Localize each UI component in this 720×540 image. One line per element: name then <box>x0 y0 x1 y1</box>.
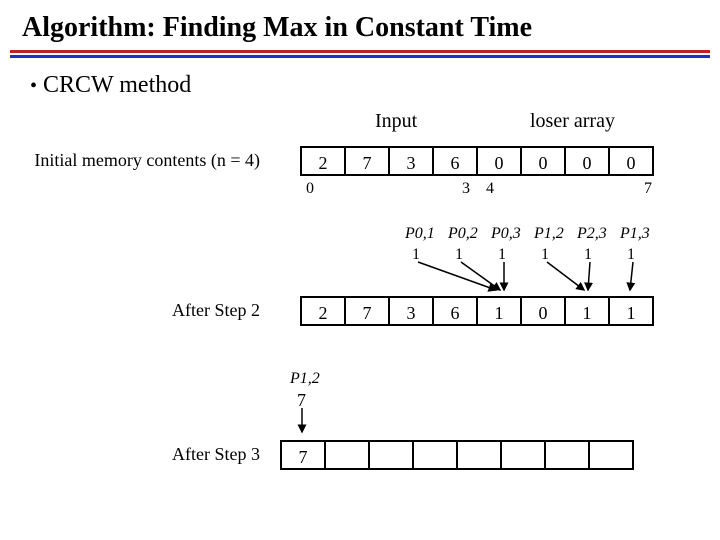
slide-title: Algorithm: Finding Max in Constant Time <box>22 12 532 44</box>
arrows-step2 <box>300 260 670 294</box>
array-step3: 7 <box>280 440 634 470</box>
label-initial: Initial memory contents (n = 4) <box>30 150 260 171</box>
cell <box>502 440 546 470</box>
proc-label: P0,3 <box>491 225 521 243</box>
cell: 1 <box>610 296 654 326</box>
header-input: Input <box>375 110 417 133</box>
proc-label: P0,1 <box>405 225 435 243</box>
array-step2: 2 7 3 6 1 0 1 1 <box>300 296 654 326</box>
cell <box>414 440 458 470</box>
cell: 2 <box>302 296 346 326</box>
cell: 1 <box>478 296 522 326</box>
cell: 6 <box>434 146 478 176</box>
cell: 0 <box>522 146 566 176</box>
proc-label: P1,3 <box>620 225 650 243</box>
cell <box>326 440 370 470</box>
proc-label: P2,3 <box>577 225 607 243</box>
proc-label-step3: P1,2 <box>290 370 320 388</box>
label-step2: After Step 2 <box>30 300 260 321</box>
title-underline <box>10 50 710 58</box>
bullet-item: • CRCW method <box>30 72 191 99</box>
diagram: Input loser array Initial memory content… <box>30 110 690 510</box>
index-4: 4 <box>480 180 500 198</box>
cell: 0 <box>566 146 610 176</box>
cell <box>370 440 414 470</box>
index-0: 0 <box>300 180 320 198</box>
header-loser: loser array <box>530 110 615 133</box>
cell <box>546 440 590 470</box>
index-7: 7 <box>638 180 658 198</box>
cell: 7 <box>282 440 326 470</box>
cell: 0 <box>610 146 654 176</box>
index-3: 3 <box>456 180 476 198</box>
cell: 6 <box>434 296 478 326</box>
cell <box>458 440 502 470</box>
cell: 0 <box>522 296 566 326</box>
cell: 3 <box>390 296 434 326</box>
bullet-dot: • <box>30 75 37 97</box>
cell: 7 <box>346 146 390 176</box>
cell <box>590 440 634 470</box>
label-step3: After Step 3 <box>30 444 260 465</box>
proc-label: P0,2 <box>448 225 478 243</box>
arrow-step3 <box>292 408 312 438</box>
cell: 7 <box>346 296 390 326</box>
proc-label: P1,2 <box>534 225 564 243</box>
array-initial: 2 7 3 6 0 0 0 0 <box>300 146 654 176</box>
cell: 2 <box>302 146 346 176</box>
bullet-text: CRCW method <box>43 72 191 98</box>
cell: 0 <box>478 146 522 176</box>
cell: 3 <box>390 146 434 176</box>
cell: 1 <box>566 296 610 326</box>
